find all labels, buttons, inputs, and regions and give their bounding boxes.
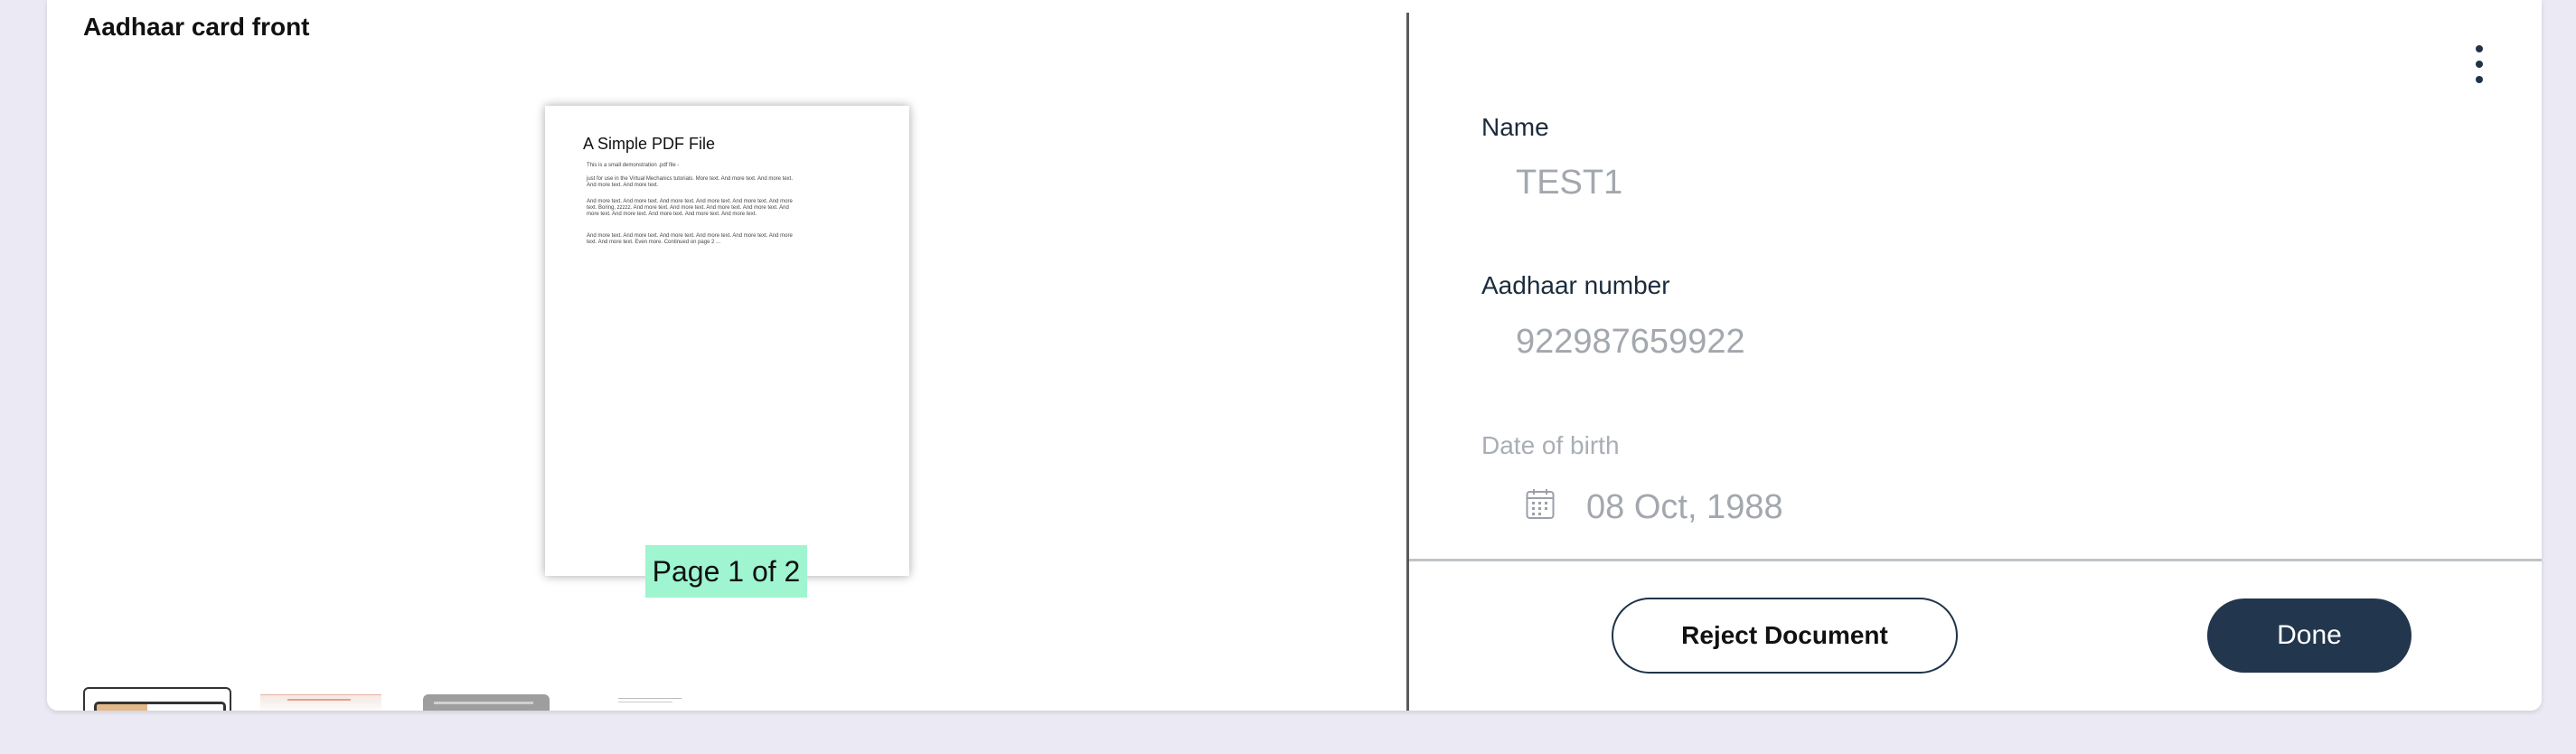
- aadhaar-number-field[interactable]: [1516, 323, 2329, 362]
- pdf-paragraph: just for use in the Virtual Mechanics tu…: [587, 176, 793, 188]
- document-title: Aadhaar card front: [83, 13, 310, 41]
- done-button[interactable]: Done: [2207, 598, 2411, 673]
- pdf-page-preview[interactable]: A Simple PDF File This is a small demons…: [545, 106, 909, 576]
- date-of-birth-label: Date of birth: [1481, 431, 1620, 459]
- kebab-menu-icon[interactable]: [2468, 45, 2490, 85]
- pdf-paragraph: This is a small demonstration .pdf file …: [587, 163, 680, 168]
- pdf-paragraph: And more text. And more text. And more t…: [587, 233, 793, 245]
- form-footer-divider: [1409, 559, 2542, 561]
- name-field[interactable]: [1516, 164, 2329, 203]
- reject-document-button[interactable]: Reject Document: [1612, 598, 1958, 674]
- name-label: Name: [1481, 113, 1549, 141]
- document-review-card: Aadhaar card front A Simple PDF File Thi…: [47, 0, 2542, 711]
- date-of-birth-field[interactable]: 08 Oct, 1988: [1586, 488, 1783, 527]
- thumbnail-2[interactable]: [260, 694, 381, 711]
- pdf-heading: A Simple PDF File: [583, 135, 716, 153]
- page-indicator: Page 1 of 2: [645, 545, 807, 598]
- thumbnail-4[interactable]: [586, 694, 694, 711]
- thumbnail-1-selected[interactable]: [83, 687, 231, 711]
- calendar-icon[interactable]: [1526, 488, 1555, 520]
- document-preview-pane: Aadhaar card front A Simple PDF File Thi…: [47, 0, 1406, 711]
- thumbnail-3[interactable]: [423, 694, 550, 711]
- aadhaar-number-label: Aadhaar number: [1481, 271, 1670, 299]
- details-form-pane: Name Aadhaar number Date of birth 08 Oct…: [1409, 0, 2542, 711]
- pdf-paragraph: And more text. And more text. And more t…: [587, 199, 793, 217]
